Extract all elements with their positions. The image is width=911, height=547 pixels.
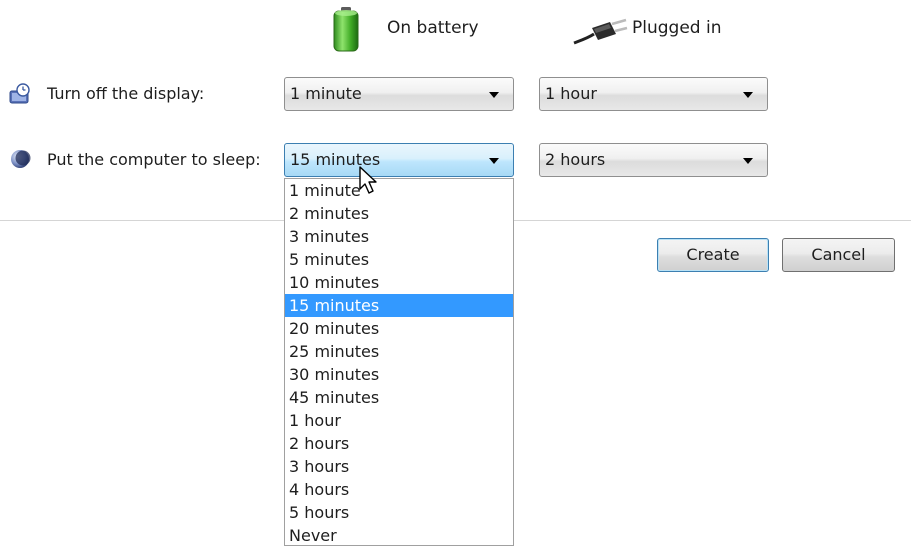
plug-icon: [573, 18, 628, 45]
chevron-down-icon: [743, 92, 753, 98]
sleep-battery-combobox[interactable]: 15 minutes: [284, 143, 514, 177]
sleep-setting-label: Put the computer to sleep:: [47, 150, 261, 169]
dropdown-option[interactable]: 20 minutes: [285, 317, 513, 340]
display-battery-value: 1 minute: [290, 84, 362, 103]
dropdown-option[interactable]: 3 minutes: [285, 225, 513, 248]
dropdown-option[interactable]: 1 minute: [285, 179, 513, 202]
dropdown-option[interactable]: 1 hour: [285, 409, 513, 432]
mouse-cursor-icon: [359, 166, 377, 194]
chevron-down-icon: [489, 158, 499, 164]
dropdown-option[interactable]: 25 minutes: [285, 340, 513, 363]
dropdown-option[interactable]: 5 hours: [285, 501, 513, 524]
dropdown-option[interactable]: 10 minutes: [285, 271, 513, 294]
dropdown-option-selected[interactable]: 15 minutes: [285, 294, 513, 317]
dropdown-option[interactable]: Never: [285, 524, 513, 547]
dropdown-option[interactable]: 2 hours: [285, 432, 513, 455]
display-battery-combobox[interactable]: 1 minute: [284, 77, 514, 111]
cancel-button[interactable]: Cancel: [782, 238, 895, 272]
sleep-plugged-value: 2 hours: [545, 150, 606, 169]
display-plugged-combobox[interactable]: 1 hour: [539, 77, 768, 111]
chevron-down-icon: [489, 92, 499, 98]
create-button[interactable]: Create: [657, 238, 769, 272]
moon-icon: [11, 150, 31, 168]
chevron-down-icon: [743, 158, 753, 164]
battery-icon: [333, 7, 359, 52]
dropdown-option[interactable]: 3 hours: [285, 455, 513, 478]
sleep-battery-dropdown-list[interactable]: 1 minute 2 minutes 3 minutes 5 minutes 1…: [284, 178, 514, 546]
dropdown-option[interactable]: 45 minutes: [285, 386, 513, 409]
dropdown-option[interactable]: 30 minutes: [285, 363, 513, 386]
sleep-plugged-combobox[interactable]: 2 hours: [539, 143, 768, 177]
display-plugged-value: 1 hour: [545, 84, 597, 103]
display-setting-label: Turn off the display:: [47, 84, 205, 103]
plugged-in-label: Plugged in: [632, 18, 722, 38]
dropdown-option[interactable]: 5 minutes: [285, 248, 513, 271]
display-clock-icon: [9, 83, 30, 104]
on-battery-label: On battery: [387, 18, 479, 38]
dropdown-option[interactable]: 2 minutes: [285, 202, 513, 225]
dropdown-option[interactable]: 4 hours: [285, 478, 513, 501]
